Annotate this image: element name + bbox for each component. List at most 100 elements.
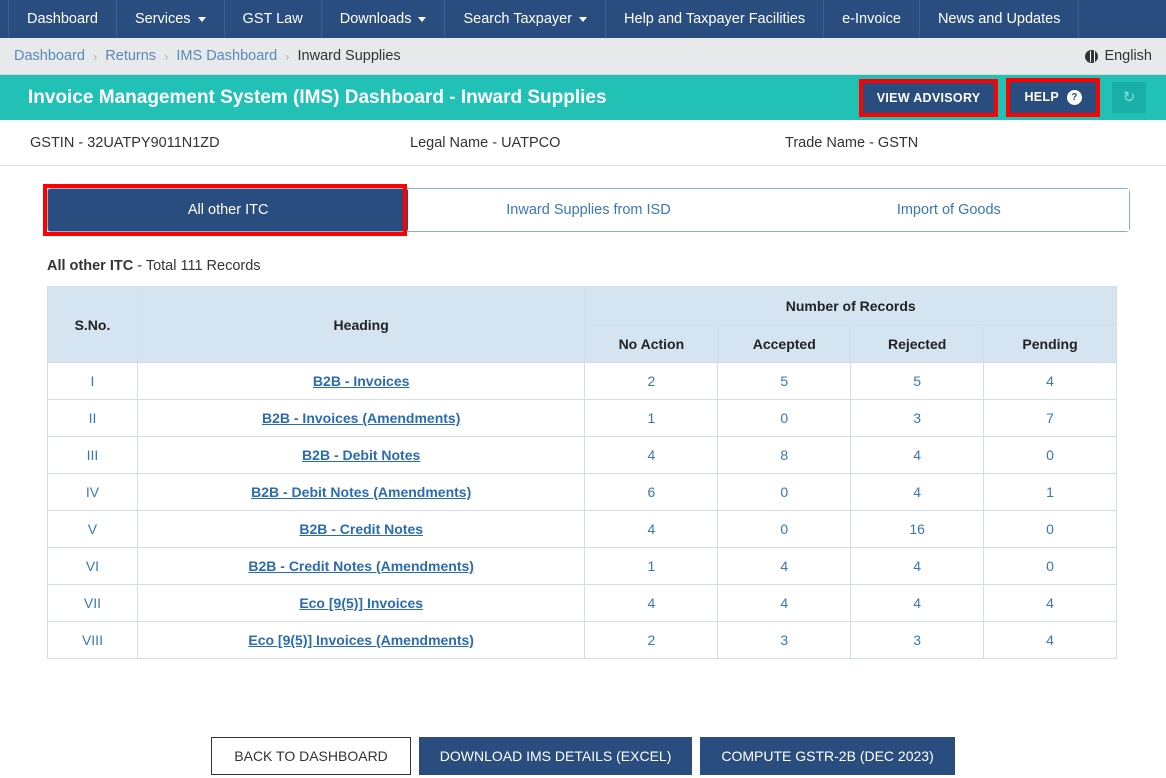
cell-pending: 1	[983, 473, 1117, 511]
column-header-no-action: No Action	[584, 324, 719, 363]
cell-rejected: 4	[850, 584, 985, 622]
cell-accepted: 4	[717, 584, 852, 622]
table-row: IV B2B - Debit Notes (Amendments) 6 0 4 …	[47, 473, 1117, 511]
help-highlight: HELP?	[1006, 77, 1100, 118]
cell-no-action: 4	[584, 510, 719, 548]
view-advisory-button[interactable]: VIEW ADVISORY	[862, 82, 995, 113]
heading-link[interactable]: B2B - Invoices (Amendments)	[262, 410, 460, 426]
nav-item-label: Downloads	[339, 11, 412, 27]
table-row: II B2B - Invoices (Amendments) 1 0 3 7	[47, 399, 1117, 437]
breadcrumb-separator-icon: ›	[285, 48, 290, 64]
nav-item-downloads[interactable]: Downloads	[322, 0, 446, 38]
table-row: VI B2B - Credit Notes (Amendments) 1 4 4…	[47, 547, 1117, 585]
cell-sno: VII	[47, 584, 138, 622]
tab-import-of-goods[interactable]: Import of Goods	[768, 189, 1129, 231]
heading-link[interactable]: B2B - Debit Notes	[302, 447, 420, 463]
nav-item-label: e-Invoice	[842, 11, 901, 27]
nav-item-dashboard[interactable]: Dashboard	[8, 0, 117, 38]
back-to-dashboard-button[interactable]: BACK TO DASHBOARD	[211, 737, 411, 775]
cell-pending: 0	[983, 547, 1117, 585]
table-caption-title: All other ITC	[47, 258, 134, 274]
top-navigation-bar: Dashboard Services GST Law Downloads Sea…	[0, 0, 1166, 38]
nav-item-label: GST Law	[242, 11, 303, 27]
heading-link[interactable]: B2B - Credit Notes (Amendments)	[248, 558, 474, 574]
refresh-button[interactable]: ↻	[1112, 82, 1146, 113]
cell-pending: 4	[983, 621, 1117, 659]
compute-gstr2b-button[interactable]: COMPUTE GSTR-2B (DEC 2023)	[700, 737, 955, 775]
cell-heading: B2B - Debit Notes	[136, 436, 586, 474]
view-advisory-highlight: VIEW ADVISORY	[858, 78, 999, 117]
cell-rejected: 3	[850, 399, 985, 437]
nav-item-help-and-taxpayer-facilities[interactable]: Help and Taxpayer Facilities	[606, 0, 825, 38]
nav-item-news-and-updates[interactable]: News and Updates	[920, 0, 1080, 38]
nav-item-search-taxpayer[interactable]: Search Taxpayer	[445, 0, 607, 38]
language-label: English	[1104, 48, 1152, 64]
cell-heading: B2B - Credit Notes (Amendments)	[136, 547, 586, 585]
column-header-sno: S.No.	[47, 286, 138, 363]
cell-rejected: 4	[850, 473, 985, 511]
chevron-down-icon	[418, 16, 427, 22]
table-row: VIII Eco [9(5)] Invoices (Amendments) 2 …	[47, 621, 1117, 659]
nav-item-e-invoice[interactable]: e-Invoice	[824, 0, 920, 38]
heading-link[interactable]: Eco [9(5)] Invoices	[299, 595, 423, 611]
column-header-rejected: Rejected	[850, 324, 985, 363]
breadcrumb-item-dashboard[interactable]: Dashboard	[14, 48, 85, 64]
chevron-down-icon	[579, 16, 588, 22]
table-body: I B2B - Invoices 2 5 5 4 II B2B - Invoic…	[47, 362, 1117, 659]
taxpayer-info-row: GSTIN - 32UATPY9011N1ZD Legal Name - UAT…	[0, 120, 1166, 166]
breadcrumb-item-ims-dashboard[interactable]: IMS Dashboard	[176, 48, 277, 64]
cell-sno: VIII	[47, 621, 138, 659]
cell-no-action: 2	[584, 621, 719, 659]
cell-rejected: 4	[850, 436, 985, 474]
cell-sno: IV	[47, 473, 138, 511]
breadcrumb-item-inward-supplies: Inward Supplies	[297, 48, 401, 64]
cell-accepted: 8	[717, 436, 852, 474]
tab-all-other-itc[interactable]: All other ITC	[48, 189, 409, 231]
column-header-accepted: Accepted	[717, 324, 852, 363]
cell-accepted: 5	[717, 362, 852, 400]
nav-item-label: News and Updates	[937, 11, 1061, 27]
breadcrumb-separator-icon: ›	[92, 48, 98, 64]
heading-link[interactable]: Eco [9(5)] Invoices (Amendments)	[248, 632, 474, 648]
nav-item-label: Services	[134, 11, 191, 27]
download-ims-details-button[interactable]: DOWNLOAD IMS DETAILS (EXCEL)	[418, 737, 693, 775]
gstin-value: GSTIN - 32UATPY9011N1ZD	[30, 134, 220, 151]
cell-heading: B2B - Credit Notes	[136, 510, 586, 548]
table-caption: All other ITC - Total 111 Records	[47, 258, 1166, 274]
heading-link[interactable]: B2B - Debit Notes (Amendments)	[251, 484, 471, 500]
cell-rejected: 16	[850, 510, 985, 548]
cell-sno: V	[47, 510, 138, 548]
question-mark-icon: ?	[1067, 90, 1082, 106]
cell-sno: I	[47, 362, 138, 400]
help-button[interactable]: HELP?	[1010, 81, 1096, 114]
breadcrumb: Dashboard › Returns › IMS Dashboard › In…	[14, 48, 1085, 64]
cell-heading: B2B - Invoices	[136, 362, 586, 400]
nav-item-label: Search Taxpayer	[463, 11, 573, 27]
nav-item-label: Help and Taxpayer Facilities	[624, 11, 806, 27]
breadcrumb-item-returns[interactable]: Returns	[105, 48, 156, 64]
language-selector[interactable]: English	[1085, 48, 1152, 64]
records-table: S.No. Heading Number of Records No Actio…	[47, 286, 1117, 659]
cell-no-action: 6	[584, 473, 719, 511]
cell-pending: 0	[983, 436, 1117, 474]
cell-pending: 4	[983, 584, 1117, 622]
heading-link[interactable]: B2B - Credit Notes	[299, 521, 423, 537]
cell-sno: III	[47, 436, 138, 474]
nav-item-gst-law[interactable]: GST Law	[225, 0, 322, 38]
chevron-down-icon	[197, 16, 206, 22]
tab-label: Import of Goods	[896, 202, 1001, 218]
cell-heading: B2B - Debit Notes (Amendments)	[136, 473, 586, 511]
cell-heading: B2B - Invoices (Amendments)	[136, 399, 586, 437]
tab-label: All other ITC	[187, 202, 269, 218]
nav-item-services[interactable]: Services	[117, 0, 225, 38]
column-header-pending: Pending	[983, 324, 1117, 363]
heading-link[interactable]: B2B - Invoices	[313, 373, 409, 389]
tab-inward-supplies-from-isd[interactable]: Inward Supplies from ISD	[408, 189, 769, 231]
refresh-icon: ↻	[1122, 89, 1136, 106]
help-button-label: HELP	[1024, 89, 1059, 104]
table-head: S.No. Heading Number of Records No Actio…	[47, 286, 1117, 363]
column-header-heading: Heading	[136, 286, 586, 363]
tab-bar: All other ITC Inward Supplies from ISD I…	[43, 184, 1130, 236]
cell-accepted: 0	[717, 510, 852, 548]
tab-label: Inward Supplies from ISD	[506, 202, 671, 218]
